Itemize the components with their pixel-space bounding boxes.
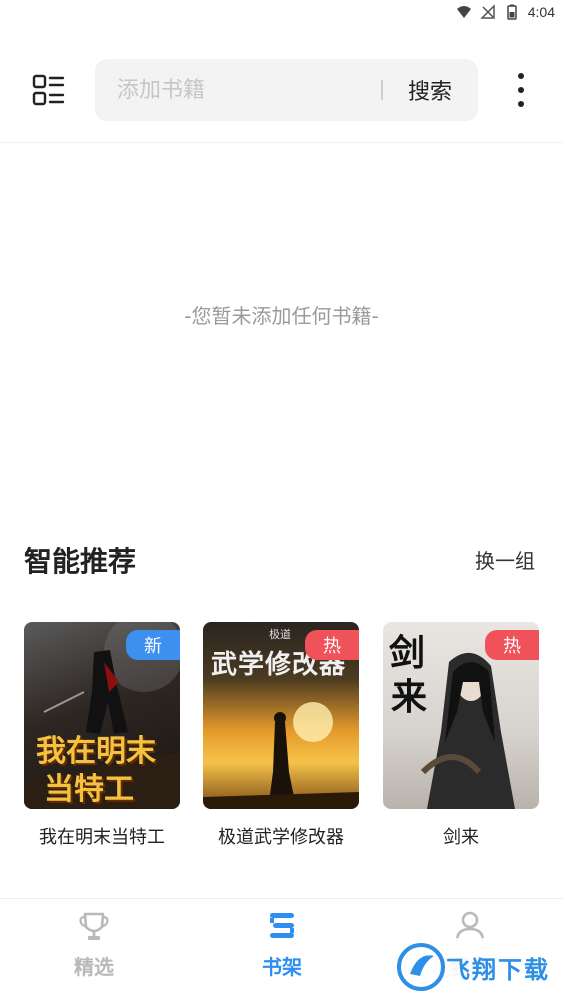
tab-label: 精选: [74, 955, 114, 979]
recommend-title: 智能推荐: [24, 545, 137, 578]
new-badge: 新: [126, 630, 180, 660]
trophy-icon: [79, 912, 109, 940]
bookshelf-icon: [270, 913, 294, 938]
empty-shelf-message: -您暂未添加任何书籍-: [184, 304, 379, 328]
status-icons: 4:04: [456, 4, 555, 20]
book-cover[interactable]: 极道 武学修改器 热: [203, 622, 359, 809]
book-card[interactable]: 我在明末 当特工 新 我在明末当特工: [24, 622, 180, 849]
book-title: 剑来: [443, 827, 479, 848]
dot-icon: [518, 73, 524, 79]
grid-list-icon: [32, 74, 65, 106]
layout-menu-button[interactable]: [28, 70, 68, 110]
top-bar: 搜索: [0, 58, 563, 122]
recommend-book-list: 我在明末 当特工 新 我在明末当特工 极道 武学修改器 热 极道武学修改器 剑 …: [24, 622, 544, 852]
book-cover[interactable]: 剑 来 热: [383, 622, 539, 809]
book-title: 极道武学修改器: [218, 827, 344, 848]
no-signal-icon: [479, 4, 495, 19]
watermark: 飞翔下载: [396, 938, 558, 996]
header-divider: [0, 142, 563, 143]
search-box: 搜索: [95, 59, 478, 121]
search-button[interactable]: 搜索: [395, 59, 465, 121]
book-title: 我在明末当特工: [39, 827, 165, 848]
refresh-recommend-button[interactable]: 换一组: [475, 545, 535, 574]
cover-title-line-2: 来: [391, 676, 428, 718]
book-cover[interactable]: 我在明末 当特工 新: [24, 622, 180, 809]
more-options-button[interactable]: [501, 68, 541, 112]
book-card[interactable]: 剑 来 热 剑来: [383, 622, 539, 849]
tab-featured[interactable]: 精选: [34, 909, 154, 989]
watermark-text: 飞翔下载: [446, 955, 550, 984]
watermark-logo-icon: [397, 943, 445, 991]
status-time: 4:04: [527, 4, 555, 20]
dot-icon: [518, 101, 524, 107]
wifi-icon: [456, 6, 471, 18]
book-card[interactable]: 极道 武学修改器 热 极道武学修改器: [203, 622, 359, 849]
hot-badge: 热: [305, 630, 359, 660]
search-input[interactable]: [117, 71, 367, 109]
tab-bookshelf[interactable]: 书架: [222, 909, 342, 989]
dot-icon: [518, 87, 524, 93]
battery-icon: [507, 4, 517, 20]
status-bar: 4:04: [0, 0, 563, 26]
search-divider: [381, 80, 383, 100]
cover-title-line-2: 当特工: [44, 772, 134, 807]
tab-label: 书架: [262, 955, 302, 979]
hot-badge: 热: [485, 630, 539, 660]
cover-small-label: 极道: [269, 628, 291, 641]
